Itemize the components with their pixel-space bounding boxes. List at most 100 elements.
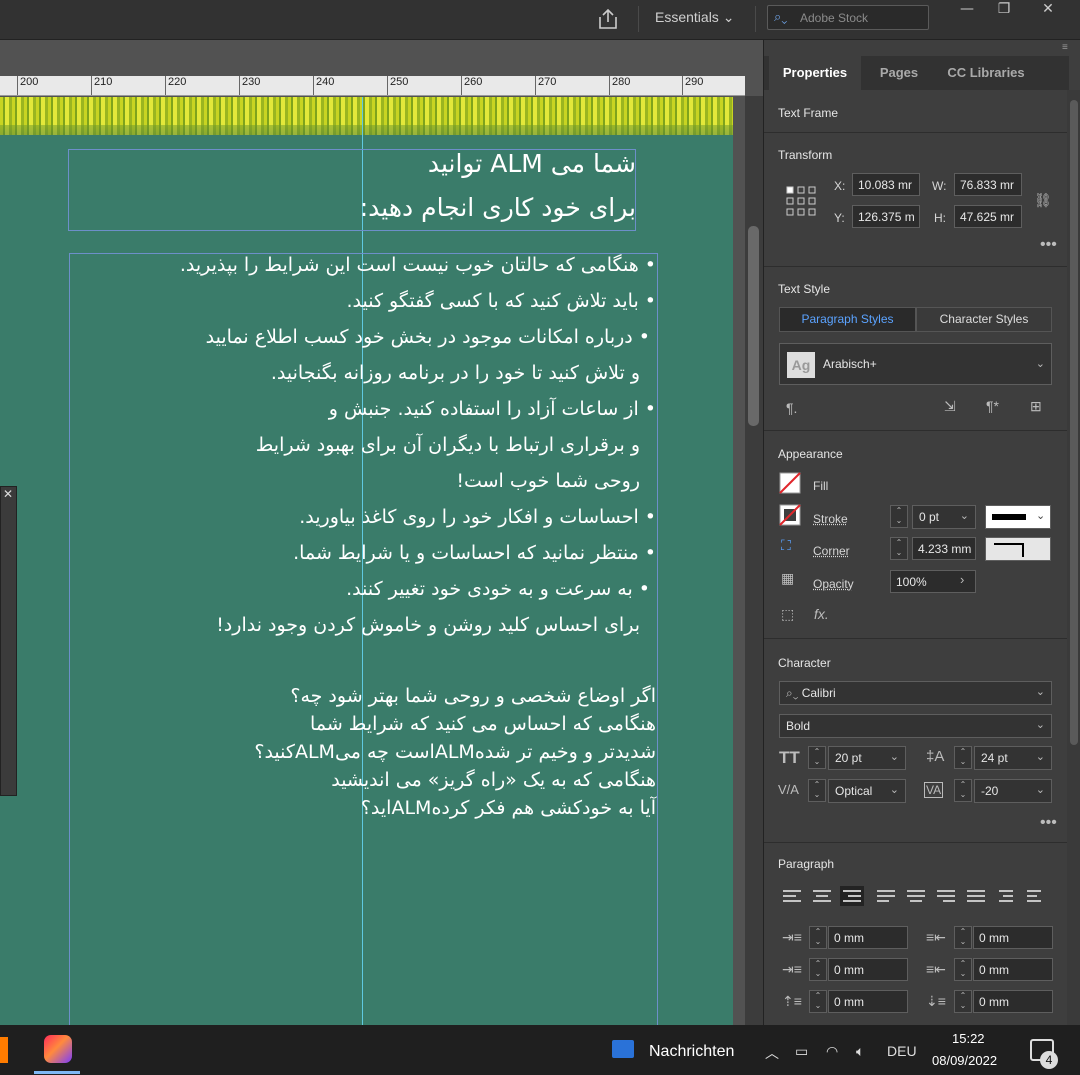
redefine-style-icon[interactable]: ¶*: [986, 398, 999, 414]
scroll-thumb[interactable]: [1070, 100, 1078, 745]
document-page[interactable]: شما می ALM توانید برای خود کاری انجام ده…: [0, 97, 733, 1025]
more-options-icon[interactable]: •••: [1040, 236, 1057, 254]
scroll-thumb[interactable]: [748, 226, 759, 426]
stroke-type-dropdown[interactable]: ⌄: [985, 505, 1051, 529]
constrain-link-icon[interactable]: ⛓: [1034, 192, 1052, 209]
last-line-indent-field[interactable]: 0 mm: [973, 958, 1053, 981]
align-towards-spine-icon[interactable]: [994, 886, 1018, 906]
stepper-icon[interactable]: ⌃ ⌄: [890, 537, 908, 560]
justify-left-icon[interactable]: [874, 886, 898, 906]
bullet-line[interactable]: • درباره امکانات موجود در بخش خود کسب اط…: [206, 326, 650, 348]
text-frame-options-icon[interactable]: ⬚: [781, 606, 794, 623]
bullet-line[interactable]: • از ساعات آزاد را استفاده کنید. جنبش و: [329, 398, 656, 420]
adobe-stock-search[interactable]: ⌕⌄ Adobe Stock: [767, 5, 929, 30]
reference-point-icon[interactable]: [786, 186, 818, 218]
stepper-icon[interactable]: ⌃ ⌄: [809, 990, 827, 1013]
tab-properties[interactable]: Properties: [769, 56, 861, 90]
grass-image[interactable]: [0, 97, 733, 135]
clock-date[interactable]: 08/09/2022: [932, 1053, 997, 1068]
font-size-field[interactable]: 20 pt ⌄: [828, 746, 906, 770]
clear-overrides-icon[interactable]: ¶.: [786, 400, 797, 416]
corner-shape-dropdown[interactable]: [985, 537, 1051, 561]
opacity-icon[interactable]: ▦: [781, 570, 794, 587]
new-style-icon[interactable]: ⊞: [1030, 398, 1042, 415]
space-before-field[interactable]: 0 mm: [828, 990, 908, 1013]
character-styles-tab[interactable]: Character Styles: [916, 307, 1052, 332]
wifi-icon[interactable]: ◠: [826, 1043, 838, 1060]
x-field[interactable]: 10.083 mr: [852, 173, 920, 196]
collapsed-panel[interactable]: ✕: [0, 486, 17, 796]
bullet-line[interactable]: • منتظر نمانید که احساسات و یا شرایط شما…: [293, 542, 656, 564]
stepper-icon[interactable]: ⌃ ⌄: [809, 926, 827, 949]
justify-right-icon[interactable]: [934, 886, 958, 906]
clock-time[interactable]: 15:22: [952, 1031, 985, 1046]
minimize-button[interactable]: —: [947, 0, 987, 18]
question-line[interactable]: آیا به خودکشی هم فکر کردهALMاید؟: [361, 797, 656, 819]
y-field[interactable]: 126.375 m: [852, 205, 920, 228]
stepper-icon[interactable]: ⌃ ⌄: [809, 958, 827, 981]
first-line-indent-field[interactable]: 0 mm: [828, 958, 908, 981]
bullet-line[interactable]: • به سرعت و به خودی خود تغییر کنند.: [346, 578, 650, 600]
corner-options-icon[interactable]: ⛶: [781, 537, 791, 554]
paragraph-styles-tab[interactable]: Paragraph Styles: [779, 307, 916, 332]
align-left-icon[interactable]: [780, 886, 804, 906]
right-indent-field[interactable]: 0 mm: [973, 926, 1053, 949]
heading-line-2[interactable]: برای خود کاری انجام دهید:: [360, 193, 636, 222]
paragraph-style-dropdown[interactable]: Ag Arabisch+ ⌄: [779, 343, 1052, 385]
kerning-field[interactable]: Optical ⌄: [828, 779, 906, 803]
stepper-icon[interactable]: ⌃ ⌄: [890, 505, 908, 528]
tab-pages[interactable]: Pages: [864, 56, 934, 90]
h-field[interactable]: 47.625 mr: [954, 205, 1022, 228]
news-widget-icon[interactable]: [612, 1040, 634, 1058]
bullet-line[interactable]: • باید تلاش کنید که با کسی گفتگو کنید.: [346, 290, 656, 312]
news-widget-label[interactable]: Nachrichten: [649, 1043, 734, 1061]
stroke-swatch-icon[interactable]: [779, 504, 801, 526]
chevron-right-icon[interactable]: ›: [960, 572, 964, 587]
tab-cc-libraries[interactable]: CC Libraries: [936, 56, 1036, 90]
corner-size-field[interactable]: 4.233 mm: [912, 537, 976, 560]
question-line[interactable]: هنگامی که به یک «راه گریز» می اندیشید: [331, 769, 656, 791]
align-away-from-spine-icon[interactable]: [1024, 886, 1048, 906]
stepper-icon[interactable]: ⌃ ⌄: [954, 926, 972, 949]
left-indent-field[interactable]: 0 mm: [828, 926, 908, 949]
tracking-field[interactable]: -20 ⌄: [974, 779, 1052, 803]
align-right-icon[interactable]: [840, 886, 864, 906]
restore-button[interactable]: ❐: [984, 0, 1024, 18]
battery-icon[interactable]: ▭: [795, 1043, 808, 1060]
vertical-scrollbar[interactable]: [745, 96, 763, 1025]
opacity-label[interactable]: Opacity: [813, 577, 854, 591]
font-family-dropdown[interactable]: ⌕⌄ Calibri ⌄: [779, 681, 1052, 705]
space-after-field[interactable]: 0 mm: [973, 990, 1053, 1013]
creative-cloud-icon[interactable]: [44, 1035, 72, 1063]
volume-icon[interactable]: 🔈︎: [856, 1043, 864, 1060]
fill-swatch-icon[interactable]: [779, 472, 801, 494]
justify-all-icon[interactable]: [964, 886, 988, 906]
stroke-label[interactable]: Stroke: [813, 512, 848, 526]
question-line[interactable]: اگر اوضاع شخصی و روحی شما بهتر شود چه؟: [290, 685, 656, 707]
justify-center-icon[interactable]: [904, 886, 928, 906]
effects-icon[interactable]: fx.: [814, 606, 829, 622]
bullet-line[interactable]: و تلاش کنید تا خود را در برنامه روزانه ب…: [271, 362, 640, 384]
stepper-icon[interactable]: ⌃ ⌄: [954, 779, 972, 802]
bullet-line[interactable]: و برقراری ارتباط با دیگران آن برای بهبود…: [256, 434, 640, 456]
bullet-line[interactable]: • هنگامی که حالتان خوب نیست است این شرای…: [180, 254, 656, 276]
stepper-icon[interactable]: ⌃ ⌄: [808, 779, 826, 802]
leading-field[interactable]: 24 pt ⌄: [974, 746, 1052, 770]
horizontal-ruler[interactable]: 200 210 220 230 240 250 260 270 280 290: [0, 76, 745, 96]
stepper-icon[interactable]: ⌃ ⌄: [954, 990, 972, 1013]
panel-scrollbar[interactable]: [1067, 90, 1080, 1025]
bullet-line[interactable]: روحی شما خوب است!: [456, 470, 640, 492]
stepper-icon[interactable]: ⌃ ⌄: [954, 746, 972, 769]
stroke-weight-field[interactable]: 0 pt ⌄: [912, 505, 976, 529]
panel-menu-icon[interactable]: ≡: [1062, 42, 1068, 53]
heading-line-1[interactable]: شما می ALM توانید: [428, 149, 636, 178]
stepper-icon[interactable]: ⌃ ⌄: [954, 958, 972, 981]
stepper-icon[interactable]: ⌃ ⌄: [808, 746, 826, 769]
question-line[interactable]: هنگامی که احساس می کنید که شرایط شما: [310, 713, 656, 735]
bullet-line[interactable]: • احساسات و افکار خود را روی کاغذ بیاوری…: [299, 506, 656, 528]
align-center-icon[interactable]: [810, 886, 834, 906]
language-indicator[interactable]: DEU: [887, 1043, 917, 1059]
corner-label[interactable]: Corner: [813, 544, 850, 558]
close-button[interactable]: ✕: [1028, 0, 1068, 18]
bullet-line[interactable]: برای احساس کلید روشن و خاموش کردن وجود ن…: [216, 614, 640, 636]
